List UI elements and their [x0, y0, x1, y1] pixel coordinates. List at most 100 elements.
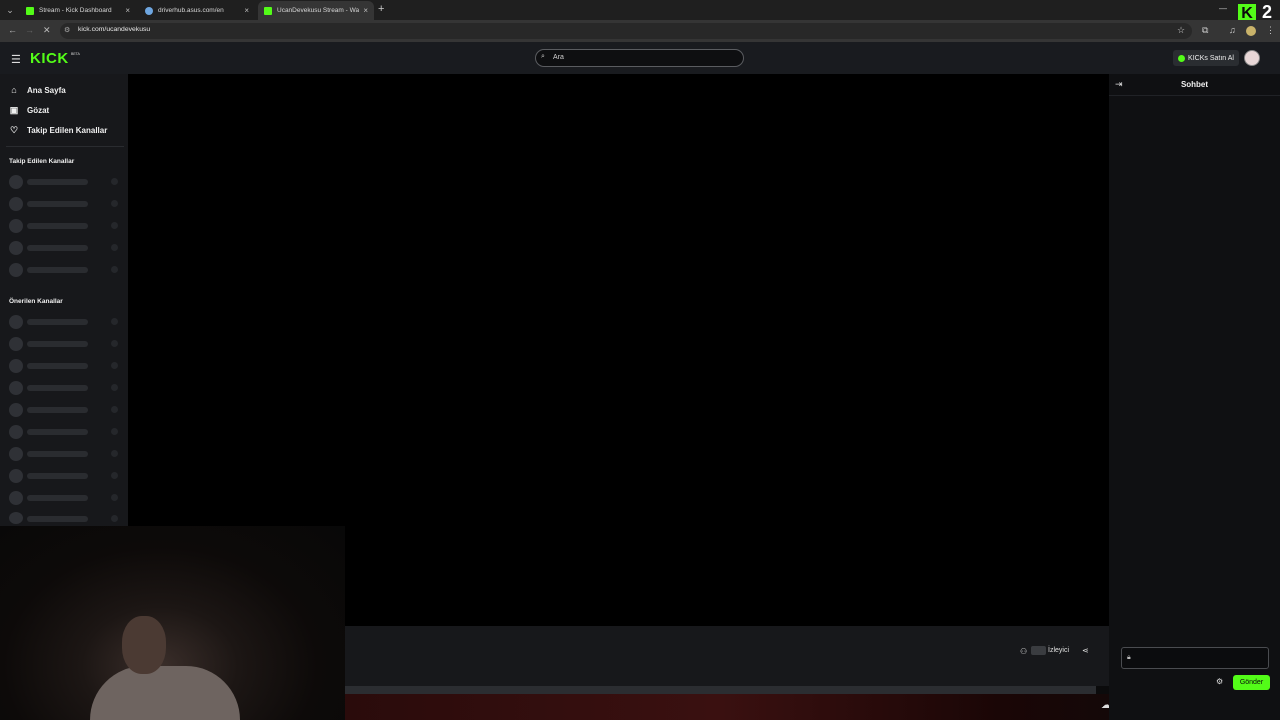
skeleton-dot: [111, 450, 118, 457]
sidebar-item-label: Takip Edilen Kanallar: [27, 126, 108, 135]
site-info-icon[interactable]: ⚙: [64, 26, 70, 34]
chat-title: Sohbet: [1180, 80, 1209, 89]
back-icon[interactable]: ←: [8, 25, 17, 35]
skeleton-avatar: [9, 359, 23, 373]
search-icon: ⌕: [541, 53, 545, 60]
skeleton-avatar: [9, 175, 23, 189]
skeleton-avatar: [9, 469, 23, 483]
stream-info-bar: [345, 626, 1109, 686]
browser-menu-icon[interactable]: ⋮: [1266, 25, 1275, 36]
skeleton-dot: [111, 244, 118, 251]
skeleton-bar: [27, 201, 88, 207]
skeleton-avatar: [9, 263, 23, 277]
kick-logo[interactable]: KICK: [30, 50, 69, 67]
chat-settings-icon[interactable]: ⚙: [1216, 677, 1223, 686]
skeleton-bar: [27, 495, 88, 501]
skeleton-dot: [111, 266, 118, 273]
tab-search-icon[interactable]: ⌄: [4, 4, 16, 16]
skeleton-dot: [111, 428, 118, 435]
skeleton-dot: [111, 222, 118, 229]
browser-tab[interactable]: Stream - Kick Dashboard ×: [20, 1, 136, 20]
buy-kicks-label: KICKs Satın Al: [1188, 54, 1234, 62]
skeleton-avatar: [9, 241, 23, 255]
user-avatar[interactable]: [1244, 50, 1260, 66]
skeleton-dot: [111, 406, 118, 413]
sidebar-item-label: Gözat: [27, 106, 50, 115]
skeleton-bar: [27, 223, 88, 229]
menu-icon[interactable]: ☰: [11, 53, 21, 66]
kick-favicon-icon: [264, 6, 272, 15]
close-tab-icon[interactable]: ×: [244, 6, 249, 15]
skeleton-dot: [111, 515, 118, 522]
skeleton-avatar: [9, 403, 23, 417]
browser-tab-active[interactable]: UcanDevekusu Stream - Watch ×: [258, 1, 374, 20]
skeleton-bar: [27, 407, 88, 413]
skeleton-bar: [27, 385, 88, 391]
beta-tag: BETA: [71, 52, 80, 56]
extensions-icon[interactable]: ⧉: [1202, 25, 1208, 36]
skeleton-bar: [27, 245, 88, 251]
kick-favicon-icon: [26, 6, 34, 15]
asus-favicon-icon: [145, 6, 153, 15]
profile-avatar-icon[interactable]: [1246, 26, 1256, 36]
stop-loading-icon[interactable]: ✕: [43, 25, 51, 36]
skeleton-bar: [27, 451, 88, 457]
skeleton-dot: [111, 340, 118, 347]
kicks-coin-icon: [1178, 54, 1186, 62]
share-icon[interactable]: ⋖: [1082, 646, 1089, 655]
send-button[interactable]: Gönder: [1233, 675, 1270, 690]
lock-icon: 🔒︎: [1127, 654, 1131, 661]
skeleton-dot: [111, 494, 118, 501]
sidebar-item-following[interactable]: ♡ Takip Edilen Kanallar: [9, 125, 107, 136]
minimize-icon[interactable]: —: [1219, 4, 1227, 13]
tab-title: driverhub.asus.com/en: [158, 7, 224, 14]
browse-icon: ▣: [9, 105, 19, 115]
forward-icon[interactable]: →: [25, 25, 34, 35]
sidebar-item-home[interactable]: ⌂ Ana Sayfa: [9, 85, 66, 95]
buy-kicks-button[interactable]: KICKs Satın Al: [1173, 50, 1239, 66]
tab-title: UcanDevekusu Stream - Watch: [277, 7, 360, 14]
url-text[interactable]: kick.com/ucandevekusu: [78, 26, 150, 33]
webcam-person-head: [122, 616, 166, 674]
viewers-icon: ⚇: [1020, 647, 1028, 656]
skeleton-avatar: [9, 381, 23, 395]
skeleton-dot: [111, 472, 118, 479]
browser-tab[interactable]: driverhub.asus.com/en ×: [139, 1, 255, 20]
home-icon: ⌂: [11, 85, 17, 95]
skeleton-dot: [111, 200, 118, 207]
skeleton-bar: [27, 341, 88, 347]
skeleton-bar: [27, 319, 88, 325]
skeleton-bar: [27, 363, 88, 369]
skeleton-avatar: [9, 447, 23, 461]
skeleton-avatar: [9, 315, 23, 329]
skeleton-avatar: [9, 512, 23, 524]
tab-title: Stream - Kick Dashboard: [39, 7, 112, 14]
skeleton-avatar: [9, 197, 23, 211]
chat-panel: [1109, 74, 1280, 720]
followed-channels-title: Takip Edilen Kanallar: [9, 158, 75, 165]
skeleton-dot: [111, 362, 118, 369]
heart-icon: ♡: [9, 125, 19, 135]
skeleton-bar: [27, 179, 88, 185]
skeleton-avatar: [9, 219, 23, 233]
new-tab-icon[interactable]: +: [378, 3, 384, 15]
skeleton-dot: [111, 384, 118, 391]
chat-input[interactable]: [1121, 647, 1269, 669]
viewer-count-placeholder: [1031, 646, 1046, 655]
horizontal-scrollbar[interactable]: [345, 686, 1096, 694]
recommended-channels-title: Önerilen Kanallar: [9, 298, 63, 305]
viewer-label: İzleyici: [1048, 647, 1070, 654]
sidebar-item-label: Ana Sayfa: [27, 85, 66, 95]
bookmark-star-icon[interactable]: ☆: [1177, 25, 1185, 36]
close-tab-icon[interactable]: ×: [125, 6, 130, 15]
sidebar-divider: [6, 146, 124, 147]
search-input[interactable]: [535, 49, 744, 67]
media-control-icon[interactable]: ♫: [1229, 25, 1236, 35]
sidebar-item-browse[interactable]: ▣ Gözat: [9, 105, 50, 116]
skeleton-bar: [27, 516, 88, 522]
skeleton-bar: [27, 473, 88, 479]
close-tab-icon[interactable]: ×: [363, 6, 368, 15]
skeleton-avatar: [9, 337, 23, 351]
skeleton-bar: [27, 267, 88, 273]
address-bar[interactable]: [60, 23, 1192, 39]
